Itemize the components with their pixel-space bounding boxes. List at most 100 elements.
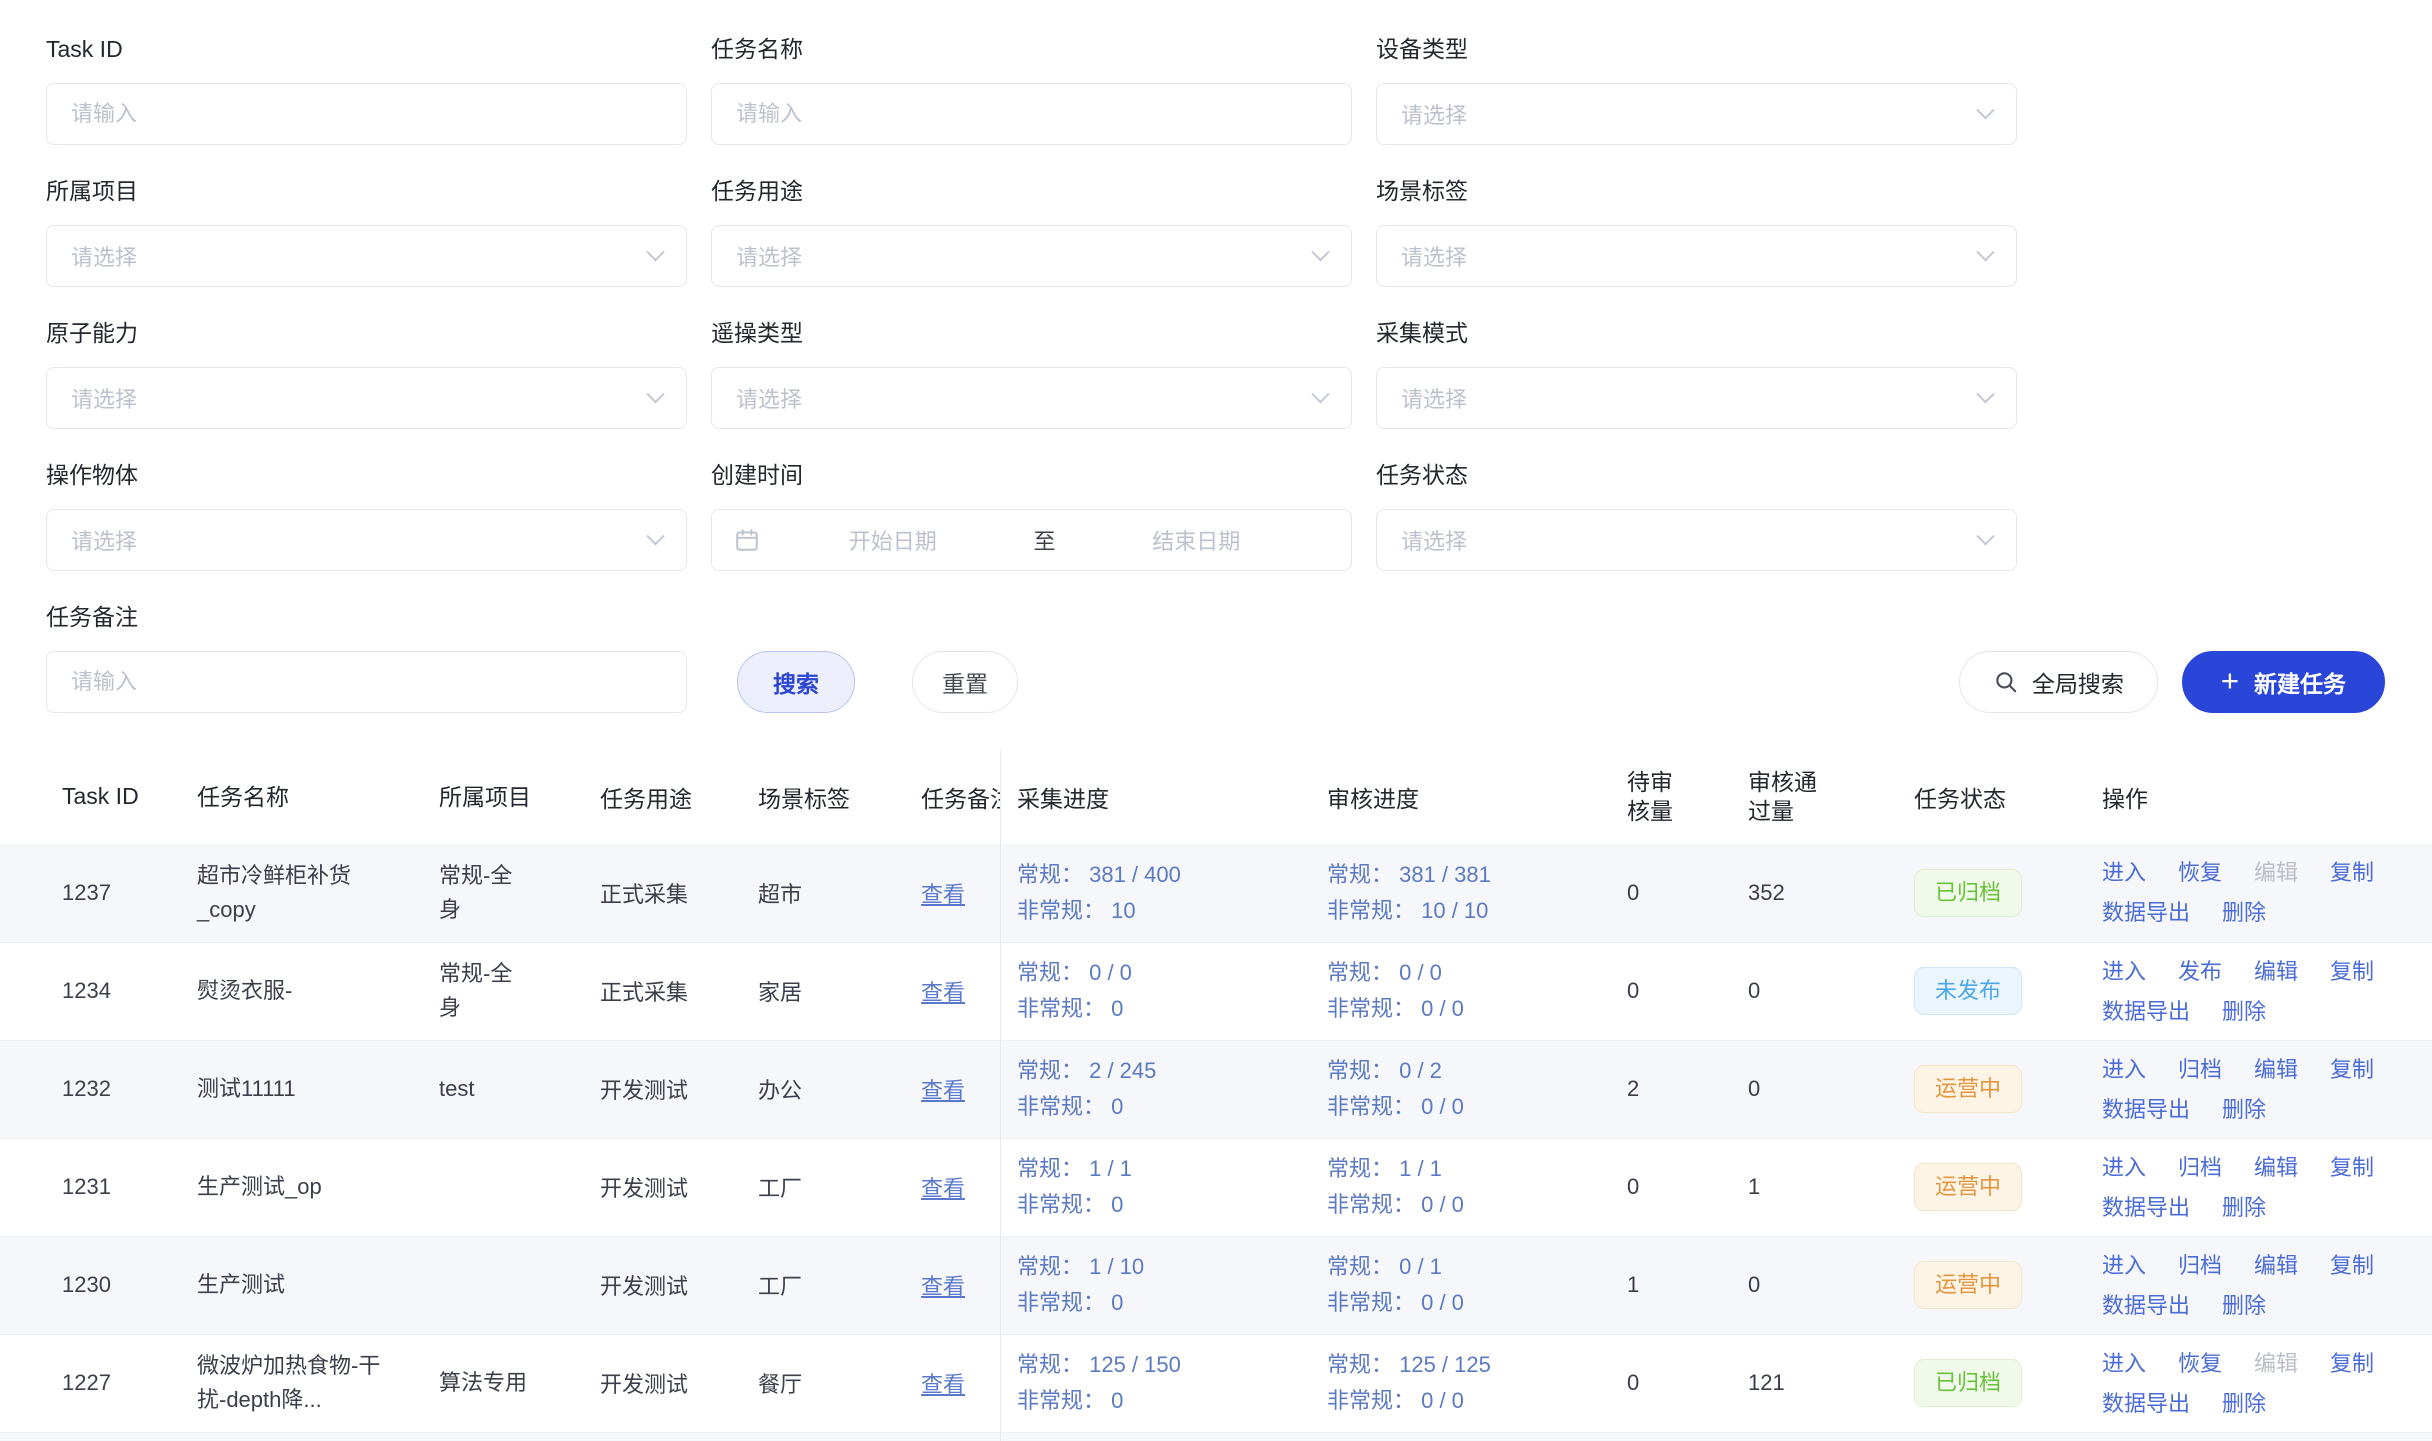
- action-link: 编辑: [2254, 857, 2298, 888]
- action-link[interactable]: 进入: [2102, 857, 2146, 888]
- action-link[interactable]: 发布: [2178, 956, 2222, 987]
- cell-pending-count: 1: [1627, 1236, 1748, 1334]
- cell-approved-count: 1: [1748, 1138, 1914, 1236]
- action-link[interactable]: 复制: [2330, 1348, 2374, 1379]
- chevron-down-icon: [1976, 527, 1994, 545]
- calendar-icon: [734, 526, 760, 554]
- action-link[interactable]: 数据导出: [2102, 1388, 2190, 1419]
- action-link[interactable]: 删除: [2222, 1290, 2266, 1321]
- cell-task-id: 1234: [0, 942, 197, 1040]
- task-name-input[interactable]: [711, 83, 1352, 145]
- action-link[interactable]: 恢复: [2178, 857, 2222, 888]
- start-date-placeholder[interactable]: 开始日期: [760, 524, 1026, 556]
- view-remark-link[interactable]: 查看: [921, 882, 965, 907]
- cell-purpose: 开发测试: [600, 1236, 758, 1334]
- action-link[interactable]: 复制: [2330, 956, 2374, 987]
- chevron-down-icon: [1976, 243, 1994, 261]
- task-management-page: Task ID 任务名称 设备类型 请选择 所属项目 请选择: [0, 0, 2432, 1441]
- filter-operate-object: 操作物体 请选择: [46, 462, 687, 571]
- action-link[interactable]: 复制: [2330, 1250, 2374, 1281]
- device-type-select[interactable]: 请选择: [1376, 83, 2017, 145]
- action-link[interactable]: 进入: [2102, 1348, 2146, 1379]
- cell-status: 未发布: [1914, 942, 2102, 1040]
- scene-tag-select[interactable]: 请选择: [1376, 225, 2017, 287]
- search-button[interactable]: 搜索: [737, 651, 855, 713]
- filter-task-status: 任务状态 请选择: [1376, 462, 2017, 571]
- progress-line: 常规： 1 / 1: [1327, 1151, 1627, 1187]
- cell-scene-tag: 工厂: [758, 1236, 921, 1334]
- cell-review-progress: 常规： 1 / 1非常规： 0 / 0: [1327, 1138, 1627, 1236]
- task-status-select[interactable]: 请选择: [1376, 509, 2017, 571]
- cell-collect-progress: 常规： 125 / 150非常规： 0: [1017, 1334, 1327, 1432]
- table-row: 1227微波炉加热食物-干扰-depth降...算法专用开发测试餐厅查看常规： …: [0, 1334, 2432, 1432]
- filter-teleop-type: 遥操类型 请选择: [711, 320, 1352, 429]
- progress-line: 常规： 2 / 245: [1017, 1053, 1327, 1089]
- action-link[interactable]: 数据导出: [2102, 1094, 2190, 1125]
- filter-purpose: 任务用途 请选择: [711, 178, 1352, 287]
- col-collect-progress: 采集进度: [1017, 749, 1327, 844]
- purpose-select[interactable]: 请选择: [711, 225, 1352, 287]
- cell-scene-tag: 办公: [758, 1040, 921, 1138]
- cell-collect-progress: 常规： 381 / 400非常规： 10: [1017, 844, 1327, 942]
- cell-review-progress: 常规： 0 / 2非常规： 0 / 0: [1327, 1040, 1627, 1138]
- global-search-button[interactable]: 全局搜索: [1959, 651, 2158, 713]
- new-task-button[interactable]: + 新建任务: [2182, 651, 2385, 713]
- atomic-ability-select[interactable]: 请选择: [46, 367, 687, 429]
- action-link[interactable]: 复制: [2330, 857, 2374, 888]
- action-links: 进入 发布 编辑 复制数据导出 删除: [2102, 956, 2404, 1027]
- action-link[interactable]: 归档: [2178, 1250, 2222, 1281]
- action-link[interactable]: 编辑: [2254, 956, 2298, 987]
- cell-task-id: 1230: [0, 1236, 197, 1334]
- cell-task-id: 1227: [0, 1334, 197, 1432]
- action-link[interactable]: 进入: [2102, 1152, 2146, 1183]
- chevron-down-icon: [1976, 101, 1994, 119]
- cell-review-progress: 常规： 0 / 0非常规： 0 / 0: [1327, 942, 1627, 1040]
- create-time-range-picker[interactable]: 开始日期 至 结束日期: [711, 509, 1352, 571]
- action-link[interactable]: 进入: [2102, 956, 2146, 987]
- action-link[interactable]: 数据导出: [2102, 1290, 2190, 1321]
- view-remark-link[interactable]: 查看: [921, 1176, 965, 1201]
- action-link[interactable]: 复制: [2330, 1054, 2374, 1085]
- progress-line: 非常规： 0: [1017, 1187, 1327, 1223]
- action-link[interactable]: 复制: [2330, 1152, 2374, 1183]
- action-link[interactable]: 删除: [2222, 1094, 2266, 1125]
- cell-project: 常规-全身: [439, 942, 600, 1040]
- filter-create-time: 创建时间 开始日期 至 结束日期: [711, 462, 1352, 571]
- task-id-input[interactable]: [46, 83, 687, 145]
- action-link[interactable]: 数据导出: [2102, 996, 2190, 1027]
- action-link[interactable]: 删除: [2222, 897, 2266, 928]
- action-link[interactable]: 编辑: [2254, 1054, 2298, 1085]
- progress-line: 非常规： 10: [1017, 893, 1327, 929]
- action-link[interactable]: 删除: [2222, 996, 2266, 1027]
- end-date-placeholder[interactable]: 结束日期: [1064, 524, 1330, 556]
- action-link[interactable]: 进入: [2102, 1054, 2146, 1085]
- action-link[interactable]: 删除: [2222, 1388, 2266, 1419]
- cell-review-progress: 常规： 0 / 1非常规： 0 / 0: [1327, 1236, 1627, 1334]
- project-select[interactable]: 请选择: [46, 225, 687, 287]
- view-remark-link[interactable]: 查看: [921, 1078, 965, 1103]
- action-link[interactable]: 进入: [2102, 1250, 2146, 1281]
- action-link[interactable]: 恢复: [2178, 1348, 2222, 1379]
- reset-button[interactable]: 重置: [912, 651, 1018, 713]
- collect-mode-select[interactable]: 请选择: [1376, 367, 2017, 429]
- progress-line: 常规： 0 / 1: [1327, 1249, 1627, 1285]
- teleop-type-select[interactable]: 请选择: [711, 367, 1352, 429]
- cell-remark: 查看: [921, 1138, 1017, 1236]
- task-remark-input[interactable]: [46, 651, 687, 713]
- chevron-down-icon: [1311, 385, 1329, 403]
- cell-task-name: 测试11111: [197, 1040, 439, 1138]
- action-link[interactable]: 编辑: [2254, 1250, 2298, 1281]
- action-link[interactable]: 数据导出: [2102, 897, 2190, 928]
- view-remark-link[interactable]: 查看: [921, 1274, 965, 1299]
- progress-line: 常规： 1 / 1: [1017, 1151, 1327, 1187]
- action-link[interactable]: 删除: [2222, 1192, 2266, 1223]
- operate-object-select[interactable]: 请选择: [46, 509, 687, 571]
- action-link[interactable]: 归档: [2178, 1054, 2222, 1085]
- action-link[interactable]: 数据导出: [2102, 1192, 2190, 1223]
- view-remark-link[interactable]: 查看: [921, 980, 965, 1005]
- cell-remark: 查看: [921, 942, 1017, 1040]
- view-remark-link[interactable]: 查看: [921, 1372, 965, 1397]
- action-link[interactable]: 归档: [2178, 1152, 2222, 1183]
- action-link[interactable]: 编辑: [2254, 1152, 2298, 1183]
- col-purpose: 任务用途: [600, 749, 758, 844]
